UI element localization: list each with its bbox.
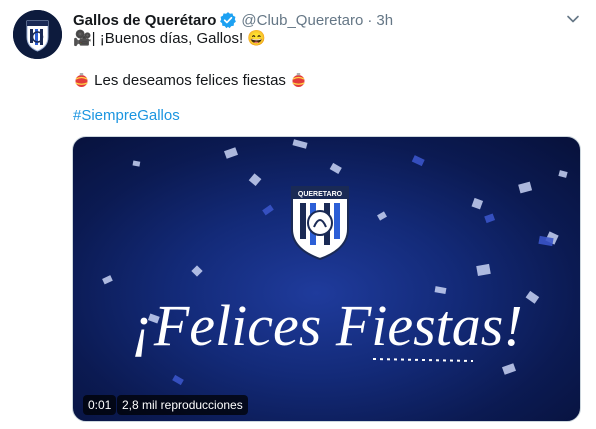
tweet-text-line-2-label: Les deseamos felices fiestas — [94, 72, 286, 89]
crest-text: QUERETARO — [298, 191, 343, 198]
chevron-down-icon[interactable] — [566, 12, 580, 26]
tweet-header: Gallos de Querétaro @Club_Queretaro · 3h — [73, 10, 393, 30]
hashtag-link[interactable]: #SiempreGallos — [73, 107, 180, 124]
separator-dot: · — [367, 11, 373, 29]
tweet-text-line-2: Les deseamos felices fiestas — [73, 71, 307, 89]
hashtag-line: #SiempreGallos — [73, 107, 180, 124]
christmas-ornament-emoji-icon — [290, 71, 307, 88]
video-time-badge: 0:01 — [83, 395, 117, 415]
verified-badge-icon — [219, 11, 237, 29]
display-name[interactable]: Gallos de Querétaro — [73, 12, 216, 29]
tweet-text-line-1: 🎥| ¡Buenos días, Gallos! 😄 — [73, 30, 266, 47]
club-crest-avatar-icon — [13, 10, 62, 59]
christmas-ornament-emoji-icon — [73, 71, 90, 88]
club-crest-icon: QUERETARO — [291, 186, 349, 261]
video-views-badge: 2,8 mil reproducciones — [117, 395, 248, 415]
user-handle[interactable]: @Club_Queretaro — [241, 12, 363, 29]
video-headline: ¡Felices Fiestas! — [131, 293, 522, 358]
headline-underline — [372, 358, 474, 362]
timestamp[interactable]: 3h — [376, 12, 393, 29]
video-player[interactable]: QUERETARO ¡Felices Fiestas! 0:01 2,8 mil… — [72, 136, 581, 422]
avatar[interactable] — [13, 10, 62, 59]
video-frame: QUERETARO ¡Felices Fiestas! — [102, 139, 568, 386]
